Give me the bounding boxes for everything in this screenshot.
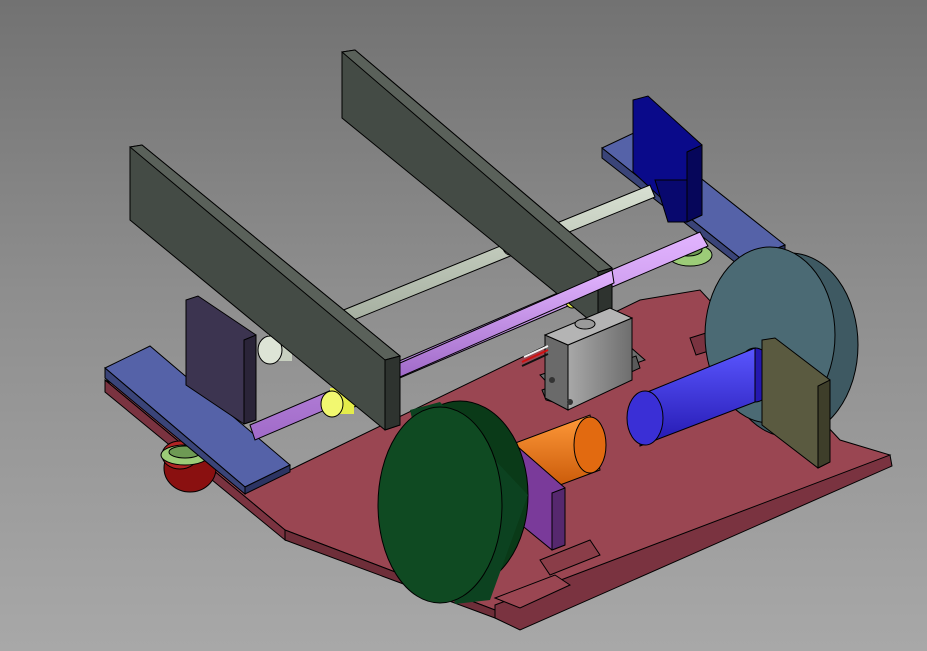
wheel-face <box>377 406 503 604</box>
wall-top-edge <box>340 49 614 273</box>
bushing-front <box>320 390 344 418</box>
wall-end <box>384 355 401 431</box>
servo-screw <box>567 399 573 405</box>
servo-screw <box>549 377 555 383</box>
robot-chassis-model <box>104 49 893 631</box>
wall-face <box>341 49 613 328</box>
motor-end-front <box>573 416 607 474</box>
servo-horn <box>574 318 596 330</box>
bracket-edge <box>686 144 703 223</box>
bracket-right <box>632 95 703 223</box>
wall-plate-right <box>340 49 614 328</box>
cad-3d-viewport[interactable] <box>0 0 927 651</box>
servo-side <box>544 334 569 411</box>
motor-mount-purple-edge <box>551 487 566 551</box>
bracket-edge <box>243 334 257 425</box>
motor-mount-olive-edge <box>817 379 831 469</box>
motor-end-front <box>626 390 664 446</box>
